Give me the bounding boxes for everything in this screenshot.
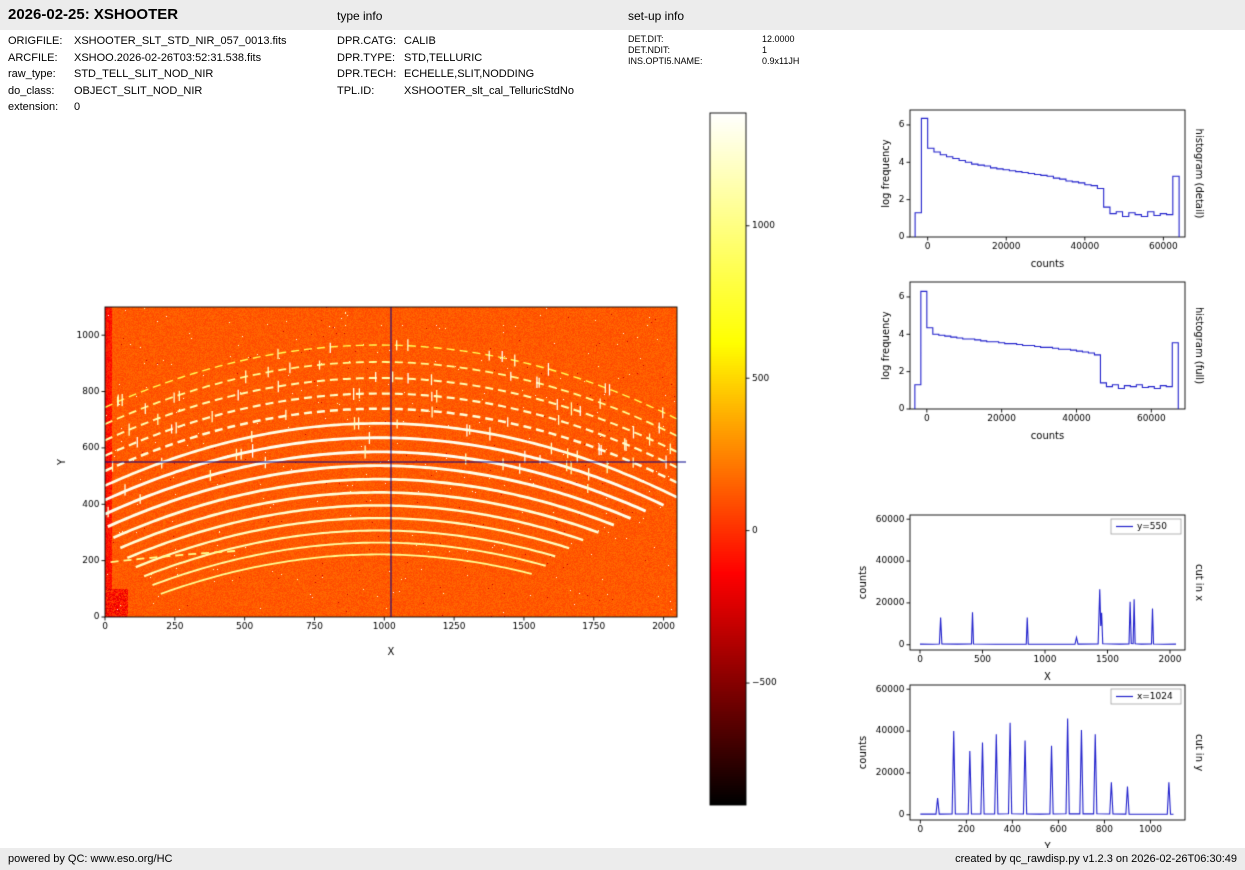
meta-value: XSHOO.2026-02-26T03:52:31.538.fits	[74, 51, 262, 64]
type-info-heading: type info	[337, 9, 383, 23]
meta-label: ORIGFILE:	[8, 35, 63, 47]
meta-value: STD,TELLURIC	[404, 51, 483, 64]
meta-row-detndit: DET.NDIT: 1	[628, 45, 799, 56]
meta-value: CALIB	[404, 35, 436, 47]
meta-row-tplid: TPL.ID: XSHOOTER_slt_cal_TelluricStdNo	[337, 83, 574, 100]
histogram-detail-chart	[855, 100, 1225, 280]
meta-row-extension: extension: 0	[8, 99, 287, 116]
meta-label: DET.NDIT:	[628, 45, 671, 55]
meta-row-insopti5: INS.OPTI5.NAME: 0.9x11JH	[628, 56, 799, 67]
cut-in-y-chart	[855, 675, 1225, 853]
page-title: 2026-02-25: XSHOOTER	[8, 6, 179, 23]
meta-value: 0	[74, 101, 81, 113]
histogram-full-chart	[855, 272, 1225, 452]
footer-created-by: created by qc_rawdisp.py v1.2.3 on 2026-…	[955, 853, 1237, 865]
meta-value: 1	[762, 45, 768, 55]
meta-value: ECHELLE,SLIT,NODDING	[404, 68, 535, 80]
meta-row-origfile: ORIGFILE: XSHOOTER_SLT_STD_NIR_057_0013.f…	[8, 33, 287, 50]
meta-value: 12.0000	[762, 34, 795, 44]
qc-report-page: { "header": { "title": "2026-02-25: XSHO…	[0, 0, 1245, 870]
header-bar	[0, 0, 1245, 30]
meta-label: TPL.ID:	[337, 84, 375, 97]
footer-powered-by: powered by QC: www.eso.org/HC	[8, 853, 173, 865]
meta-value: XSHOOTER_SLT_STD_NIR_057_0013.fits	[74, 35, 287, 47]
meta-row-dprtype: DPR.TYPE: STD,TELLURIC	[337, 50, 574, 67]
meta-row-rawtype: raw_type: STD_TELL_SLIT_NOD_NIR	[8, 66, 287, 83]
type-info-list: DPR.CATG: CALIB DPR.TYPE: STD,TELLURIC DPR…	[337, 33, 574, 99]
meta-label: DPR.CATG:	[337, 35, 397, 47]
meta-value: OBJECT_SLIT_NOD_NIR	[74, 84, 203, 97]
meta-value: XSHOOTER_slt_cal_TelluricStdNo	[404, 84, 574, 97]
meta-row-detdit: DET.DIT: 12.0000	[628, 34, 799, 45]
meta-label: INS.OPTI5.NAME:	[628, 56, 703, 66]
meta-row-dprtech: DPR.TECH: ECHELLE,SLIT,NODDING	[337, 66, 574, 83]
meta-label: extension:	[8, 101, 59, 113]
cut-in-x-chart	[855, 505, 1225, 683]
colorbar-scale	[695, 105, 805, 820]
meta-label: DPR.TECH:	[337, 68, 397, 80]
meta-label: raw_type:	[8, 68, 56, 80]
meta-label: do_class:	[8, 84, 55, 97]
file-info-list: ORIGFILE: XSHOOTER_SLT_STD_NIR_057_0013.f…	[8, 33, 287, 116]
meta-label: DET.DIT:	[628, 34, 664, 44]
raw-frame-image-plot	[40, 280, 720, 670]
meta-value: STD_TELL_SLIT_NOD_NIR	[74, 68, 214, 80]
meta-value: 0.9x11JH	[762, 56, 800, 66]
meta-row-arcfile: ARCFILE: XSHOO.2026-02-26T03:52:31.538.fi…	[8, 50, 287, 67]
footer-bar: powered by QC: www.eso.org/HC created by…	[0, 848, 1245, 870]
setup-info-heading: set-up info	[628, 9, 685, 23]
setup-info-list: DET.DIT: 12.0000 DET.NDIT: 1 INS.OPTI5.NAM…	[628, 34, 799, 67]
meta-label: ARCFILE:	[8, 51, 58, 64]
meta-row-doclass: do_class: OBJECT_SLIT_NOD_NIR	[8, 83, 287, 100]
meta-row-dprcatg: DPR.CATG: CALIB	[337, 33, 574, 50]
meta-label: DPR.TYPE:	[337, 51, 396, 64]
